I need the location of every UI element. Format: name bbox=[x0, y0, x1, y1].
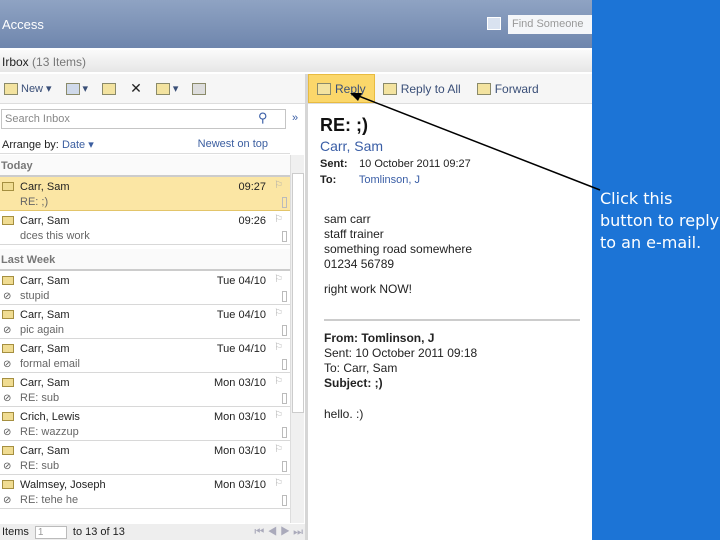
pointer-arrow bbox=[350, 93, 601, 191]
